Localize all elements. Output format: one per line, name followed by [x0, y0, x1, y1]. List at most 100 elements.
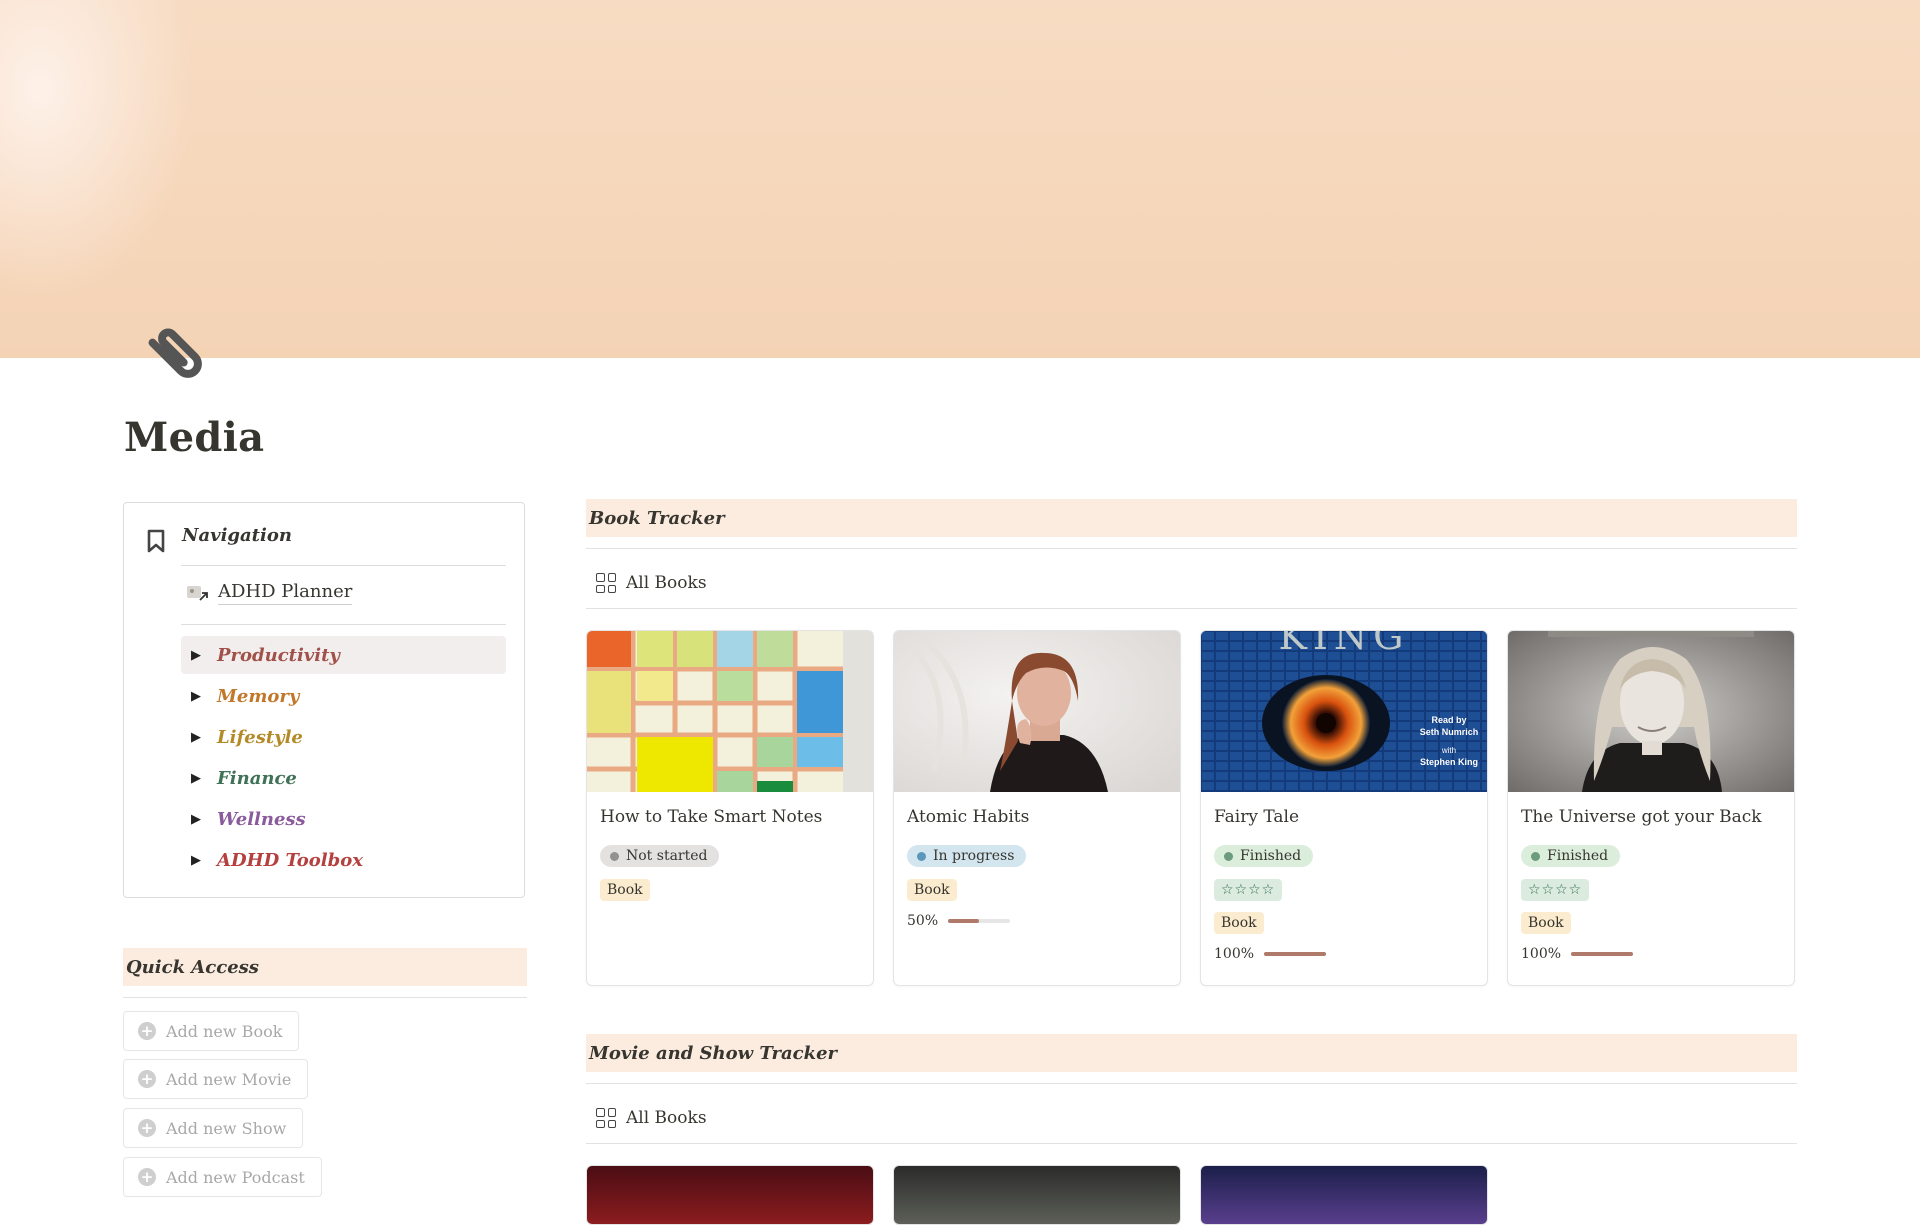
add-new-show-button[interactable]: + Add new Show [123, 1108, 304, 1148]
quick-access-label: Add new Podcast [166, 1167, 305, 1187]
book-cover-image [1508, 631, 1794, 792]
movie-card[interactable] [586, 1165, 874, 1225]
status-dot [610, 851, 619, 861]
nav-toggle-finance[interactable]: ▶ Finance [181, 759, 506, 797]
navigation-callout: Navigation ADHD Planner ▶ Productivity ▶ Me… [123, 502, 525, 898]
nav-toggle-label: Lifestyle [217, 726, 303, 748]
gallery-view-icon [596, 1108, 616, 1128]
page-cover [0, 0, 1920, 358]
triangle-right-icon[interactable]: ▶ [191, 730, 205, 745]
nav-toggle-memory[interactable]: ▶ Memory [181, 677, 506, 715]
nav-toggle-wellness[interactable]: ▶ Wellness [181, 800, 506, 838]
movie-tracker-heading: Movie and Show Tracker [586, 1034, 1797, 1072]
type-tag: Book [1214, 912, 1264, 934]
movie-card[interactable] [1200, 1165, 1488, 1225]
add-new-movie-button[interactable]: + Add new Movie [123, 1059, 309, 1099]
status-dot [1531, 851, 1540, 861]
type-tag: Book [1521, 912, 1571, 934]
status-label: Finished [1240, 848, 1302, 864]
quick-access-label: Add new Book [166, 1021, 283, 1041]
plus-circle-icon: + [138, 1119, 156, 1137]
bookmark-icon [146, 529, 166, 553]
cover-text: Read by [1431, 715, 1466, 725]
book-title: The Universe got your Back [1521, 807, 1762, 827]
view-tab-label: All Books [626, 573, 707, 593]
rating-stars: ☆☆☆☆ [1214, 879, 1283, 901]
cover-text: Seth Numrich [1420, 727, 1479, 737]
progress-label: 100% [1521, 946, 1562, 962]
book-card[interactable]: Atomic Habits In progress Book 50% [893, 630, 1181, 986]
cover-text: Stephen King [1420, 757, 1478, 767]
movie-card[interactable] [893, 1165, 1181, 1225]
triangle-right-icon[interactable]: ▶ [191, 648, 205, 663]
divider [181, 624, 506, 625]
progress-label: 50% [907, 913, 939, 929]
progress-bar [1264, 952, 1327, 956]
progress-bar [948, 919, 1011, 923]
progress-bar-fill [1571, 952, 1634, 956]
add-new-book-button[interactable]: + Add new Book [123, 1011, 300, 1051]
nav-toggle-label: Finance [217, 767, 297, 789]
view-tab-label: All Books [626, 1108, 707, 1128]
nav-toggle-productivity[interactable]: ▶ Productivity [181, 636, 506, 674]
quick-access-label: Add new Show [166, 1118, 287, 1138]
triangle-right-icon[interactable]: ▶ [191, 689, 205, 704]
divider [181, 565, 506, 566]
gallery-view-icon [596, 573, 616, 593]
rating-stars: ☆☆☆☆ [1521, 879, 1590, 901]
nav-toggle-lifestyle[interactable]: ▶ Lifestyle [181, 718, 506, 756]
cover-title-text: KING [1278, 631, 1409, 658]
status-label: In progress [933, 848, 1015, 864]
book-cover-image [587, 631, 873, 792]
nav-toggle-adhd-toolbox[interactable]: ▶ ADHD Toolbox [181, 841, 506, 879]
book-card[interactable]: How to Take Smart Notes Not started Book [586, 630, 874, 986]
status-badge: Not started [600, 845, 720, 867]
view-tab-all-books[interactable]: All Books [596, 573, 707, 593]
adhd-planner-link[interactable]: ADHD Planner [186, 581, 353, 605]
plus-circle-icon: + [138, 1070, 156, 1088]
nav-toggle-label: Productivity [217, 644, 340, 666]
progress-indicator: 50% [907, 913, 1011, 929]
progress-label: 100% [1214, 946, 1255, 962]
type-tag: Book [600, 879, 650, 901]
book-title: Atomic Habits [907, 807, 1030, 827]
divider [586, 548, 1797, 549]
page-title: Media [124, 414, 265, 461]
divider [586, 608, 1797, 609]
type-tag: Book [907, 879, 957, 901]
view-tab-all-books[interactable]: All Books [596, 1108, 707, 1128]
nav-toggle-label: ADHD Toolbox [217, 849, 363, 871]
plus-circle-icon: + [138, 1022, 156, 1040]
progress-indicator: 100% [1214, 946, 1327, 962]
quick-access-label: Add new Movie [166, 1069, 292, 1089]
book-title: Fairy Tale [1214, 807, 1299, 827]
add-new-podcast-button[interactable]: + Add new Podcast [123, 1157, 322, 1197]
paperclip-icon[interactable] [138, 314, 218, 394]
navigation-title: Navigation [182, 525, 292, 546]
book-tracker-heading: Book Tracker [586, 499, 1797, 537]
status-badge: Finished [1214, 845, 1314, 867]
progress-bar-fill [1264, 952, 1327, 956]
book-title: How to Take Smart Notes [600, 807, 823, 827]
triangle-right-icon[interactable]: ▶ [191, 812, 205, 827]
book-card[interactable]: The Universe got your Back Finished ☆☆☆☆… [1507, 630, 1795, 986]
book-cover-image [894, 631, 1180, 792]
status-badge: In progress [907, 845, 1027, 867]
page-link-icon [186, 583, 210, 603]
nav-toggle-label: Wellness [217, 808, 306, 830]
book-cover-image: KING Read by Seth Numrich with Stephen K… [1201, 631, 1487, 792]
triangle-right-icon[interactable]: ▶ [191, 771, 205, 786]
plus-circle-icon: + [138, 1168, 156, 1186]
cover-text: with [1441, 746, 1456, 755]
triangle-right-icon[interactable]: ▶ [191, 853, 205, 868]
quick-access-heading: Quick Access [123, 948, 527, 986]
progress-indicator: 100% [1521, 946, 1634, 962]
status-label: Finished [1547, 848, 1609, 864]
divider [586, 1083, 1797, 1084]
adhd-planner-label: ADHD Planner [218, 581, 353, 605]
status-badge: Finished [1521, 845, 1621, 867]
book-card[interactable]: KING Read by Seth Numrich with Stephen K… [1200, 630, 1488, 986]
status-dot [1224, 851, 1233, 861]
progress-bar [1571, 952, 1634, 956]
progress-bar-fill [948, 919, 980, 923]
